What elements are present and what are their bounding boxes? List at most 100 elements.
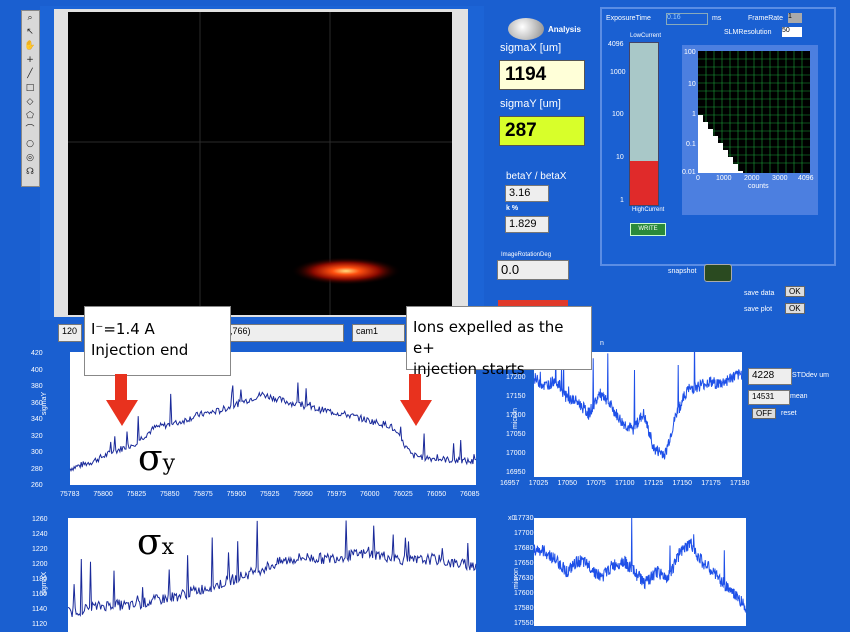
sigmax-plot bbox=[67, 520, 477, 617]
y-tick-label: 320 bbox=[31, 432, 43, 440]
analysis-label: Analysis bbox=[548, 25, 581, 34]
annulus-icon[interactable]: ◎ bbox=[23, 153, 37, 164]
y-tick-label: 17650 bbox=[514, 560, 534, 567]
y-tick-label: 1220 bbox=[32, 546, 48, 553]
annotation-ions-line1: Ions expelled as the e+ bbox=[413, 318, 564, 357]
ellipse-icon[interactable]: ○ bbox=[23, 139, 37, 150]
crosshair-icon[interactable]: + bbox=[23, 55, 37, 66]
y-tick-label: 260 bbox=[31, 482, 43, 489]
series-line bbox=[534, 518, 746, 613]
annotation-ions-expelled: Ions expelled as the e+ injection starts bbox=[406, 306, 592, 378]
sigmax-value: 1194 bbox=[499, 60, 585, 90]
k-value: 1.829 bbox=[505, 216, 549, 233]
write-button[interactable]: WRITE bbox=[630, 223, 666, 236]
plot3-ylabel: micron bbox=[512, 407, 520, 430]
analysis-toggle-icon[interactable] bbox=[508, 18, 544, 40]
x-tick-label: 17125 bbox=[643, 480, 664, 487]
lut-xtick: 3000 bbox=[772, 175, 788, 182]
y-tick-label: 17150 bbox=[506, 393, 526, 400]
x-tick-label: 75800 bbox=[93, 491, 113, 498]
beta-value: 3.16 bbox=[505, 185, 549, 202]
gauge-tick: 1 bbox=[620, 197, 624, 204]
zoom-icon[interactable]: ⌕ bbox=[23, 13, 37, 24]
gauge-tick: 10 bbox=[616, 154, 624, 161]
x-tick-label: 76025 bbox=[393, 491, 413, 498]
exposure-input[interactable]: 0.16 bbox=[666, 13, 708, 25]
y-tick-label: 17600 bbox=[514, 590, 534, 597]
gauge-tick: 1000 bbox=[610, 69, 626, 76]
y-tick-label: 280 bbox=[31, 465, 43, 473]
lowcurrent-label: LowCurrent bbox=[630, 33, 662, 39]
sigmax-label: sigmaX [um] bbox=[500, 42, 562, 54]
camera-select[interactable]: cam1 bbox=[352, 324, 405, 342]
partial-label: n bbox=[600, 340, 604, 347]
settings-panel: ExposureTime 0.16 ms FrameRate 1 SLMReso… bbox=[600, 7, 836, 266]
y-tick-label: 340 bbox=[31, 416, 43, 423]
pointer-icon[interactable]: ↖ bbox=[23, 27, 37, 38]
lut-ytick: 100 bbox=[684, 49, 696, 56]
exposure-unit: ms bbox=[712, 15, 722, 22]
plot3-xticks: 16957 17025 17050 17075 17100 17125 17150 17175… bbox=[500, 480, 750, 490]
reset-label: reset bbox=[781, 410, 797, 417]
line-icon[interactable]: ╱ bbox=[23, 69, 37, 80]
x-tick-label: 75900 bbox=[226, 491, 247, 498]
x-tick-label: 17025 bbox=[528, 480, 549, 487]
diamond-icon[interactable]: ◇ bbox=[23, 97, 37, 108]
slm-input[interactable]: 50 bbox=[782, 27, 802, 37]
gauge-tick: 4096 bbox=[608, 41, 624, 48]
exposure-label: ExposureTime bbox=[606, 15, 651, 22]
snapshot-button[interactable] bbox=[704, 264, 732, 282]
y-tick-label: 300 bbox=[31, 449, 43, 456]
x-tick-label: 16957 bbox=[500, 480, 520, 487]
reset-toggle[interactable]: OFF bbox=[752, 408, 776, 419]
y-tick-label: 1200 bbox=[32, 561, 48, 568]
mean-value: 14531 bbox=[748, 390, 790, 405]
lut-xlabel: counts bbox=[748, 183, 769, 190]
series-line bbox=[67, 520, 477, 617]
beam-spot bbox=[291, 257, 401, 285]
lasso-icon[interactable]: ☊ bbox=[23, 167, 37, 178]
x-tick-label: 75850 bbox=[160, 491, 180, 498]
coord-readout-right: ,766) bbox=[226, 324, 344, 342]
annotation-ions-line2: injection starts bbox=[413, 360, 525, 378]
save-data-ok-button[interactable]: OK bbox=[785, 286, 805, 297]
y-tick-label: 17000 bbox=[506, 450, 526, 457]
arrow-down-icon bbox=[106, 374, 138, 426]
lut-ytick: 10 bbox=[688, 81, 696, 88]
framerate-input[interactable]: 1 bbox=[788, 13, 802, 23]
pan-icon[interactable]: ✋ bbox=[23, 41, 37, 52]
save-data-label: save data bbox=[744, 290, 775, 297]
sigmay-label: sigmaY [um] bbox=[500, 98, 561, 110]
polygon-icon[interactable]: ⬠ bbox=[23, 111, 37, 122]
stddev-value: 4228 bbox=[748, 368, 792, 385]
save-plot-label: save plot bbox=[744, 306, 773, 313]
x-tick-label: 75825 bbox=[126, 491, 147, 498]
rectangle-icon[interactable]: □ bbox=[23, 83, 37, 94]
plot2-ylabel: sigmaX bbox=[41, 571, 49, 596]
coord-readout-left: 120 bbox=[58, 324, 82, 342]
x-tick-label: 17100 bbox=[615, 480, 635, 487]
y-tick-label: 1120 bbox=[32, 621, 48, 628]
lut-xtick: 2000 bbox=[744, 175, 760, 182]
freehand-icon[interactable]: ⌒ bbox=[23, 125, 37, 136]
x-tick-label: 75783 bbox=[60, 491, 80, 498]
camera-image[interactable] bbox=[68, 12, 452, 315]
y-tick-label: 1240 bbox=[32, 531, 48, 538]
y-tick-label: 17700 bbox=[514, 530, 534, 537]
x-tick-label: 17175 bbox=[701, 480, 721, 487]
lut-ytick: 1 bbox=[692, 111, 696, 118]
save-plot-ok-button[interactable]: OK bbox=[785, 303, 805, 314]
y-tick-label: 380 bbox=[31, 383, 43, 390]
camera-image-svg bbox=[68, 12, 452, 315]
annotation-injection-end: I⁻=1.4 A Injection end bbox=[84, 306, 231, 376]
x-tick-label: 75975 bbox=[326, 491, 347, 498]
y-tick-label: 1140 bbox=[32, 606, 48, 613]
gauge-fill bbox=[630, 161, 658, 205]
lut-ytick: 0.01 bbox=[682, 169, 696, 176]
plot1-xticks: 75783 75800 75825 75850 75875 75900 75925 75950… bbox=[60, 491, 480, 501]
rotation-input[interactable]: 0.0 bbox=[497, 260, 569, 280]
lut-ytick: 0.1 bbox=[686, 141, 696, 148]
stddev-label: STDdev um bbox=[792, 372, 829, 379]
y-tick-label: 16950 bbox=[506, 469, 526, 476]
lut-plot bbox=[698, 51, 810, 173]
